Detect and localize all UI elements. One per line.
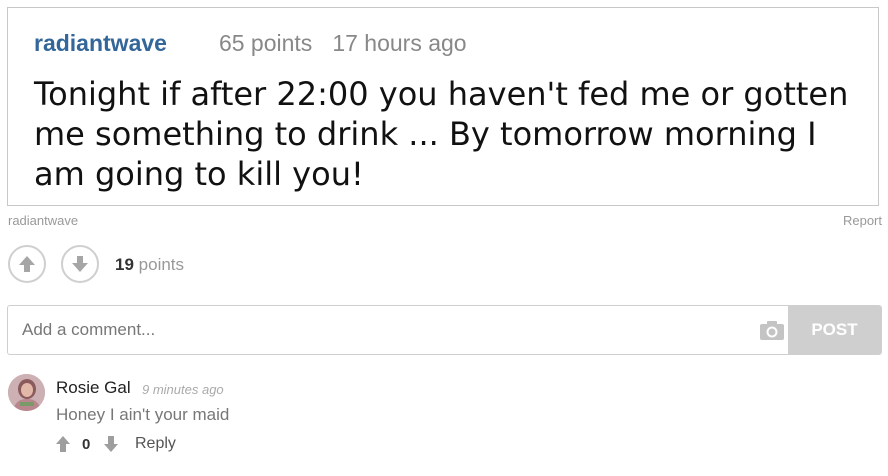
comment-downvote-icon[interactable] bbox=[103, 435, 119, 453]
arrow-down-icon bbox=[72, 256, 88, 272]
arrow-up-icon bbox=[19, 256, 35, 272]
post-username: radiantwave bbox=[34, 30, 167, 56]
post-text: Tonight if after 22:00 you haven't fed m… bbox=[34, 75, 849, 193]
comment-input[interactable] bbox=[8, 306, 753, 354]
comment-timestamp: 9 minutes ago bbox=[142, 382, 224, 397]
quoted-post-card: radiantwave 65 points 17 hours ago Tonight… bbox=[7, 7, 879, 206]
comment-upvote-icon[interactable] bbox=[55, 435, 71, 453]
camera-icon[interactable] bbox=[759, 319, 785, 341]
comment-form: POST bbox=[7, 305, 882, 355]
user-avatar-icon bbox=[8, 374, 45, 411]
comment-text: Honey I ain't your maid bbox=[56, 405, 230, 424]
post-points: 65 points bbox=[218, 30, 313, 56]
points-unit: points bbox=[138, 255, 185, 274]
comment-author[interactable]: Rosie Gal bbox=[56, 378, 131, 398]
report-link[interactable]: Report bbox=[843, 213, 882, 228]
caption-username[interactable]: radiantwave bbox=[8, 213, 78, 228]
post-button[interactable]: POST bbox=[788, 306, 881, 354]
post-meta: radiantwave 65 points 17 hours ago bbox=[34, 29, 467, 57]
post-timestamp: 17 hours ago bbox=[332, 30, 467, 56]
points-count: 19 bbox=[115, 255, 134, 274]
comment-score: 0 bbox=[82, 436, 91, 453]
reply-link[interactable]: Reply bbox=[135, 435, 176, 453]
downvote-button[interactable] bbox=[61, 245, 99, 283]
avatar[interactable] bbox=[8, 374, 45, 411]
points-score: 19 points bbox=[115, 255, 184, 275]
upvote-button[interactable] bbox=[8, 245, 46, 283]
